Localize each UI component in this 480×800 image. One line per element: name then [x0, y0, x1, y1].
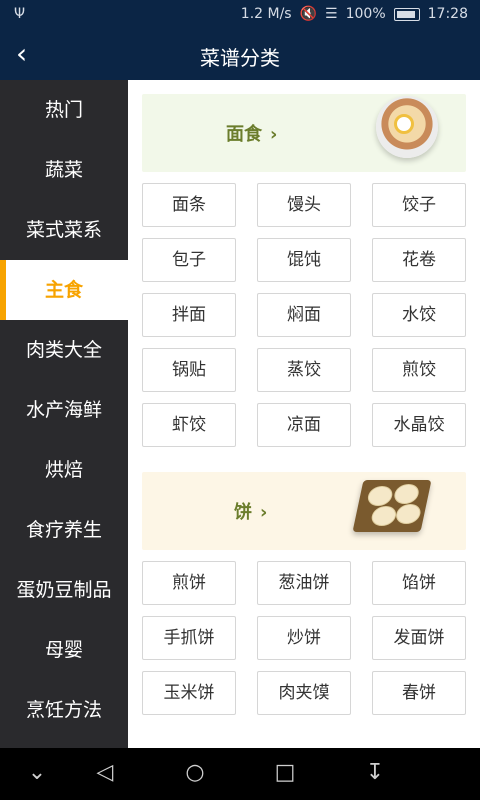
- chevron-right-icon: ›: [270, 124, 278, 145]
- category-button[interactable]: 饺子: [372, 183, 466, 227]
- battery-icon: [393, 7, 420, 21]
- sidebar-item[interactable]: 主食: [0, 260, 128, 320]
- category-button[interactable]: 馒头: [257, 183, 351, 227]
- sidebar-item[interactable]: 蔬菜: [0, 140, 128, 200]
- section-title: 面食 ›: [226, 124, 278, 145]
- battery-percent: 100%: [345, 6, 386, 22]
- sidebar-item[interactable]: 烘焙: [0, 440, 128, 500]
- sidebar-item[interactable]: 肉类大全: [0, 320, 128, 380]
- category-button[interactable]: 煎饼: [142, 561, 236, 605]
- section-banner-pancakes[interactable]: 饼 ›: [142, 472, 466, 550]
- category-button[interactable]: 馅饼: [372, 561, 466, 605]
- app-bar: ‹ 菜谱分类: [0, 30, 480, 80]
- section-grid-noodles: 面条 馒头 饺子包子 馄饨 花卷拌面 焖面 水饺锅贴 蒸饺 煎饺虾饺 凉面 水晶饺: [142, 183, 466, 447]
- category-button[interactable]: 馄饨: [257, 238, 351, 282]
- sidebar-item[interactable]: 食疗养生: [0, 500, 128, 560]
- category-button[interactable]: 春饼: [372, 671, 466, 715]
- pancake-plate-image: [352, 480, 432, 532]
- recents-square-icon[interactable]: □: [270, 760, 300, 785]
- category-button[interactable]: 包子: [142, 238, 236, 282]
- mute-icon: 🔇: [299, 6, 318, 22]
- category-button[interactable]: 水晶饺: [372, 403, 466, 447]
- usb-icon: Ψ: [14, 6, 26, 22]
- category-button[interactable]: 焖面: [257, 293, 351, 337]
- chevron-down-icon[interactable]: ⌄: [22, 760, 52, 785]
- category-button[interactable]: 发面饼: [372, 616, 466, 660]
- status-right: 1.2 M/s 🔇 ☰ 100% 17:28: [241, 6, 468, 22]
- back-triangle-icon[interactable]: ◁: [90, 760, 120, 785]
- category-button[interactable]: 炒饼: [257, 616, 351, 660]
- category-button[interactable]: 花卷: [372, 238, 466, 282]
- sidebar-item[interactable]: 水产海鲜: [0, 380, 128, 440]
- network-speed: 1.2 M/s: [240, 6, 292, 22]
- notification-pull-icon[interactable]: ↧: [360, 760, 390, 785]
- category-button[interactable]: 虾饺: [142, 403, 236, 447]
- category-sidebar: 热门 蔬菜 菜式菜系 主食 肉类大全 水产海鲜 烘焙 食疗养生 蛋奶豆制品 母婴 烹饪方法: [0, 80, 128, 748]
- category-button[interactable]: 蒸饺: [257, 348, 351, 392]
- category-button[interactable]: 拌面: [142, 293, 236, 337]
- ramen-bowl-image: [376, 96, 438, 158]
- category-button[interactable]: 葱油饼: [257, 561, 351, 605]
- category-button[interactable]: 手抓饼: [142, 616, 236, 660]
- section-title: 饼 ›: [234, 502, 268, 523]
- home-circle-icon[interactable]: ○: [180, 760, 210, 785]
- category-button[interactable]: 凉面: [257, 403, 351, 447]
- wifi-icon: ☰: [325, 6, 338, 22]
- section-banner-noodles[interactable]: 面食 ›: [142, 94, 466, 172]
- sidebar-item[interactable]: 菜式菜系: [0, 200, 128, 260]
- category-button[interactable]: 煎饺: [372, 348, 466, 392]
- chevron-right-icon: ›: [260, 502, 268, 523]
- sidebar-item[interactable]: 热门: [0, 80, 128, 140]
- sidebar-item[interactable]: 烹饪方法: [0, 680, 128, 740]
- system-nav-bar: ⌄ ◁ ○ □ ↧: [0, 748, 480, 800]
- page-title: 菜谱分类: [200, 46, 280, 70]
- sidebar-item[interactable]: 母婴: [0, 620, 128, 680]
- section-grid-pancakes: 煎饼 葱油饼 馅饼手抓饼 炒饼 发面饼玉米饼 肉夹馍 春饼: [142, 561, 466, 715]
- category-button[interactable]: 玉米饼: [142, 671, 236, 715]
- clock: 17:28: [427, 6, 468, 22]
- status-bar: Ψ 1.2 M/s 🔇 ☰ 100% 17:28: [0, 0, 480, 30]
- category-button[interactable]: 锅贴: [142, 348, 236, 392]
- category-button[interactable]: 肉夹馍: [257, 671, 351, 715]
- category-button[interactable]: 水饺: [372, 293, 466, 337]
- content-area: 面食 › 面条 馒头 饺子包子 馄饨 花卷拌面 焖面 水饺锅贴 蒸饺 煎饺虾饺 凉面 水晶饺 饼 › 煎…: [128, 80, 480, 748]
- category-button[interactable]: 面条: [142, 183, 236, 227]
- sidebar-item[interactable]: 蛋奶豆制品: [0, 560, 128, 620]
